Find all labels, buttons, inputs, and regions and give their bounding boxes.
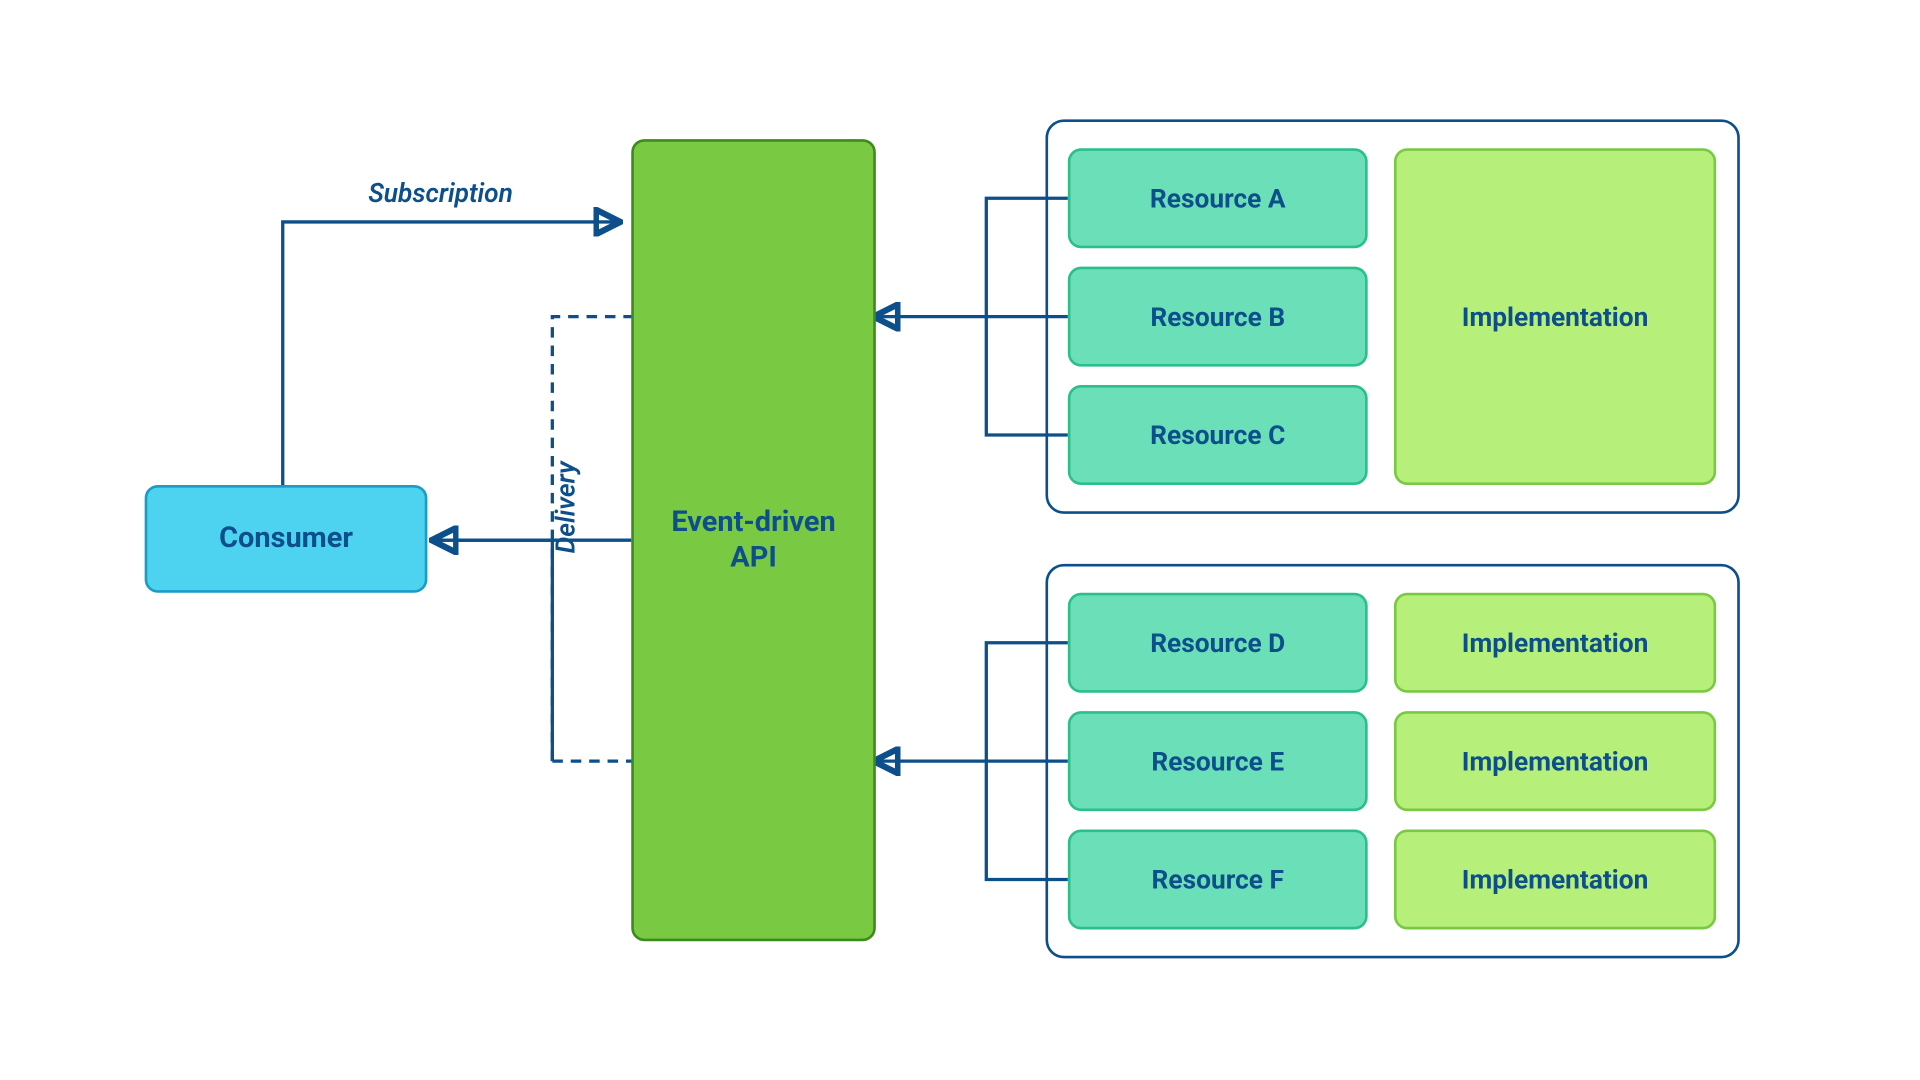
resource-label: Resource A (1150, 182, 1286, 215)
resource-a: Resource A (1068, 148, 1368, 248)
resource-label: Resource B (1150, 300, 1285, 333)
api-label: Event-driven API (671, 504, 835, 576)
delivery-label: Delivery (550, 461, 582, 553)
consumer-label: Consumer (219, 521, 353, 557)
implementation-box: Implementation (1394, 711, 1716, 811)
resource-label: Resource E (1151, 744, 1284, 777)
resource-label: Resource C (1150, 418, 1285, 451)
resource-label: Resource D (1150, 626, 1285, 659)
implementation-box: Implementation (1394, 593, 1716, 693)
implementation-label: Implementation (1462, 744, 1649, 777)
api-box: Event-driven API (631, 139, 876, 941)
resource-d: Resource D (1068, 593, 1368, 693)
implementation-box: Implementation (1394, 148, 1716, 485)
resource-e: Resource E (1068, 711, 1368, 811)
resource-b: Resource B (1068, 266, 1368, 366)
subscription-label: Subscription (368, 177, 513, 209)
diagram-stage: Consumer Event-driven API Subscription D… (0, 1, 1920, 1079)
implementation-label: Implementation (1462, 626, 1649, 659)
resource-c: Resource C (1068, 385, 1368, 485)
implementation-box: Implementation (1394, 829, 1716, 929)
implementation-label: Implementation (1462, 300, 1649, 333)
implementation-label: Implementation (1462, 863, 1649, 896)
consumer-box: Consumer (145, 485, 428, 593)
resource-label: Resource F (1152, 863, 1284, 896)
resource-f: Resource F (1068, 829, 1368, 929)
